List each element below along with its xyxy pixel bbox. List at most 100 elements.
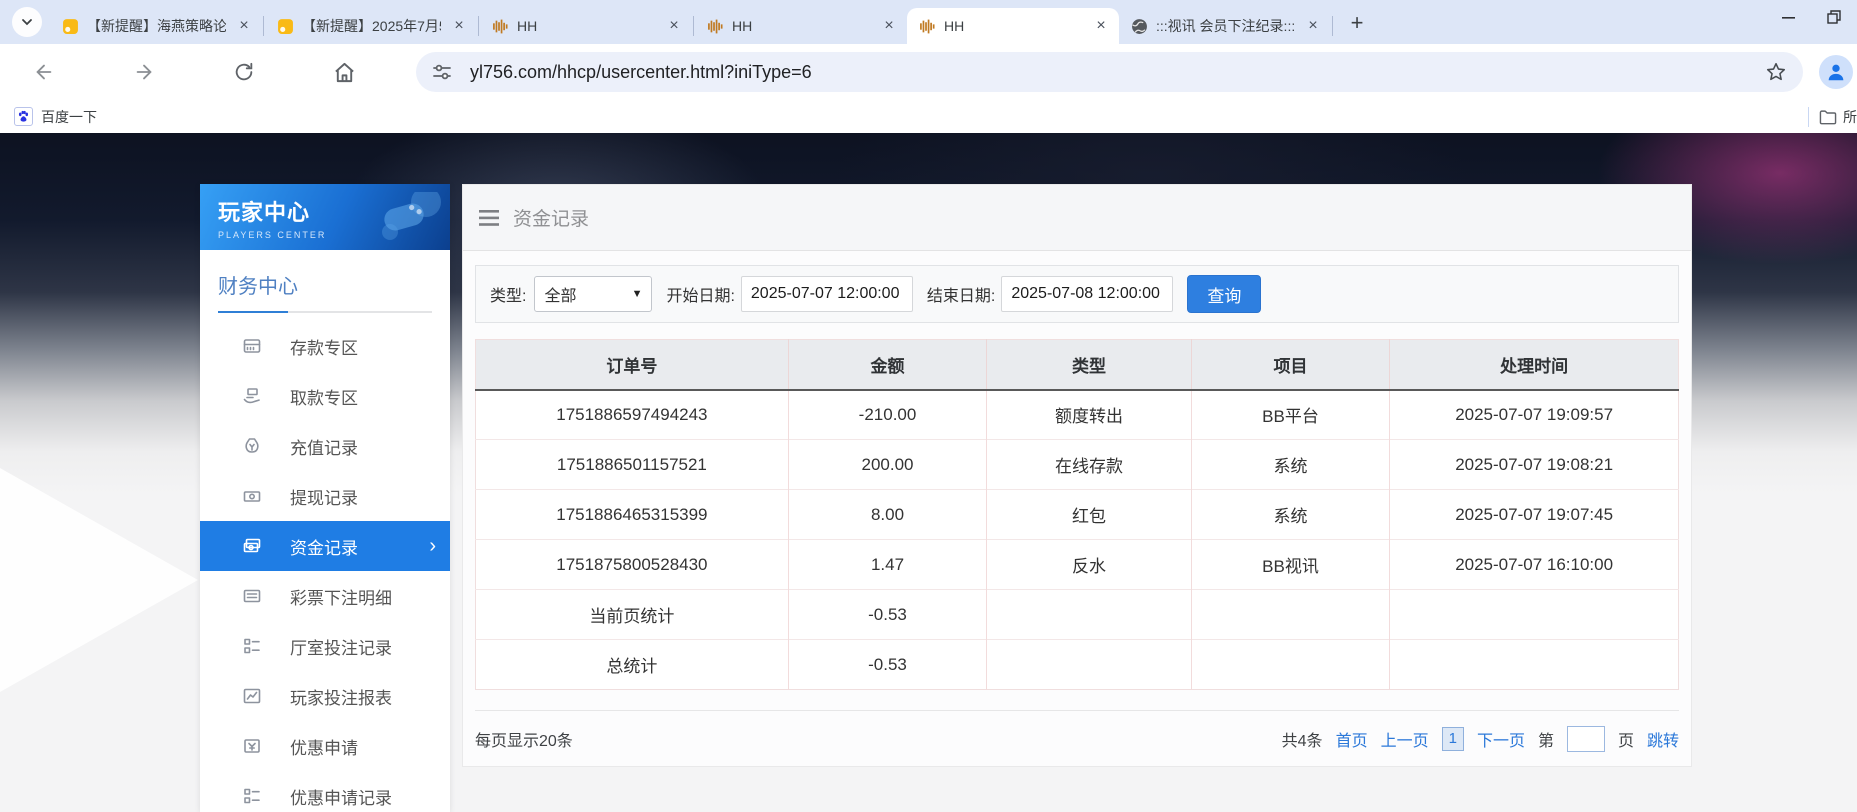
funds-table: 订单号金额类型项目处理时间 1751886597494243-210.00额度转… <box>475 339 1679 690</box>
table-cell: 2025-07-07 19:07:45 <box>1390 490 1679 540</box>
tab-search-button[interactable] <box>12 7 42 37</box>
sidebar-item-7[interactable]: 厅室投注记录 <box>200 621 450 671</box>
sidebar-item-8[interactable]: 玩家投注报表 <box>200 671 450 721</box>
url-text[interactable]: yl756.com/hhcp/usercenter.html?iniType=6 <box>470 62 812 83</box>
sidebar-item-9[interactable]: 优惠申请 <box>200 721 450 771</box>
table-row: 1751886597494243-210.00额度转出BB平台2025-07-0… <box>476 390 1679 440</box>
page-title: 资金记录 <box>513 204 589 231</box>
bookmarks-right: 所 <box>1808 107 1857 127</box>
message-icon <box>62 18 79 35</box>
panel-header: 资金记录 <box>463 185 1691 251</box>
cashout-icon <box>242 486 262 506</box>
table-row: 1751886501157521200.00在线存款系统2025-07-07 1… <box>476 440 1679 490</box>
table-cell: 1.47 <box>788 540 986 590</box>
table-cell: -0.53 <box>788 590 986 640</box>
minimize-button[interactable] <box>1765 0 1811 34</box>
browser-tab[interactable]: 【新提醒】2025年7月5日× <box>265 8 477 44</box>
table-cell: 200.00 <box>788 440 986 490</box>
table-cell: 系统 <box>1191 440 1389 490</box>
tab-close-icon[interactable]: × <box>664 16 684 36</box>
jump-page-input[interactable] <box>1567 726 1605 752</box>
first-page-link[interactable]: 首页 <box>1336 727 1368 751</box>
table-row: 17518864653153998.00红包系统2025-07-07 19:07… <box>476 490 1679 540</box>
chevron-right-icon: › <box>429 536 436 556</box>
current-page-badge[interactable]: 1 <box>1442 727 1464 751</box>
home-button[interactable] <box>324 52 364 92</box>
restore-button[interactable] <box>1811 0 1857 34</box>
total-count-label: 共4条 <box>1282 727 1323 751</box>
tabs-container: 【新提醒】海燕策略论坛综×【新提醒】2025年7月5日×HH×HH×HH×:::… <box>50 0 1334 44</box>
tab-close-icon[interactable]: × <box>1091 16 1111 36</box>
tab-close-icon[interactable]: × <box>1303 16 1323 36</box>
bookmarks-bar: 百度一下 所 <box>0 100 1857 133</box>
type-label: 类型: <box>490 282 526 306</box>
column-header: 订单号 <box>476 340 789 390</box>
back-button[interactable] <box>24 52 64 92</box>
bookmarks-divider <box>1808 107 1809 127</box>
bookmark-baidu[interactable]: 百度一下 <box>14 107 97 127</box>
browser-tab[interactable]: HH× <box>695 8 907 44</box>
jump-link[interactable]: 跳转 <box>1647 727 1679 751</box>
filter-bar: 类型: 全部 ▼ 开始日期: 结束日期: 查询 <box>475 265 1679 323</box>
page-prefix-label: 第 <box>1538 727 1554 751</box>
tab-close-icon[interactable]: × <box>879 16 899 36</box>
browser-tab[interactable]: :::视讯 会员下注纪录:::× <box>1119 8 1331 44</box>
browser-toolbar: yl756.com/hhcp/usercenter.html?iniType=6 <box>0 44 1857 100</box>
browser-tab[interactable]: 【新提醒】海燕策略论坛综× <box>50 8 262 44</box>
pagination-bar: 每页显示20条 共4条 首页 上一页 1 下一页 第 页 跳转 <box>475 710 1679 766</box>
new-tab-button[interactable]: + <box>1342 8 1372 38</box>
profile-avatar[interactable] <box>1819 55 1853 89</box>
table-cell: 当前页统计 <box>476 590 789 640</box>
forward-button[interactable] <box>124 52 164 92</box>
baidu-paw-icon <box>14 107 33 126</box>
table-cell: 1751886597494243 <box>476 390 789 440</box>
table-cell: 2025-07-07 19:08:21 <box>1390 440 1679 490</box>
table-cell <box>987 640 1192 690</box>
table-cell: 额度转出 <box>987 390 1192 440</box>
reload-button[interactable] <box>224 52 264 92</box>
sidebar-item-2[interactable]: 取款专区 <box>200 371 450 421</box>
column-header: 类型 <box>987 340 1192 390</box>
sidebar-item-label: 存款专区 <box>290 334 358 359</box>
start-date-input[interactable] <box>741 276 913 312</box>
sidebar-menu: 存款专区取款专区充值记录提现记录资金记录› 彩票下注明细厅室投注记录玩家投注报表优… <box>200 321 450 812</box>
next-page-link[interactable]: 下一页 <box>1477 727 1525 751</box>
table-cell: 1751886501157521 <box>476 440 789 490</box>
tab-close-icon[interactable]: × <box>449 16 469 36</box>
promo-icon <box>242 736 262 756</box>
sidebar-item-label: 彩票下注明细 <box>290 584 392 609</box>
sidebar-item-4[interactable]: 提现记录 <box>200 471 450 521</box>
bookmark-star-icon[interactable] <box>1765 61 1787 83</box>
sidebar-item-label: 玩家投注报表 <box>290 684 392 709</box>
table-cell <box>1390 640 1679 690</box>
player-center-sidebar: 玩家中心 PLAYERS CENTER 财务中心 存款专区取款专区充值记录提现记… <box>200 184 450 812</box>
sidebar-item-10[interactable]: 优惠申请记录 <box>200 771 450 812</box>
promo-record-icon <box>242 786 262 806</box>
table-cell: 反水 <box>987 540 1192 590</box>
all-bookmarks-folder[interactable]: 所 <box>1819 107 1857 127</box>
sidebar-item-1[interactable]: 存款专区 <box>200 321 450 371</box>
waveform-icon <box>492 18 509 35</box>
browser-tab[interactable]: HH× <box>480 8 692 44</box>
tab-close-icon[interactable]: × <box>234 16 254 36</box>
search-button[interactable]: 查询 <box>1187 275 1261 313</box>
hamburger-icon[interactable] <box>479 210 499 226</box>
sidebar-item-5[interactable]: 资金记录› <box>200 521 450 571</box>
table-cell: 总统计 <box>476 640 789 690</box>
prev-page-link[interactable]: 上一页 <box>1381 727 1429 751</box>
per-page-label: 每页显示20条 <box>475 727 573 751</box>
site-settings-icon[interactable] <box>432 62 452 82</box>
sidebar-item-label: 充值记录 <box>290 434 358 459</box>
type-select[interactable]: 全部 ▼ <box>534 276 652 312</box>
end-date-input[interactable] <box>1001 276 1173 312</box>
sidebar-item-6[interactable]: 彩票下注明细 <box>200 571 450 621</box>
table-cell: BB视讯 <box>1191 540 1389 590</box>
table-cell <box>1191 640 1389 690</box>
browser-tab[interactable]: HH× <box>907 8 1119 44</box>
waveform-icon <box>707 18 724 35</box>
table-cell: 2025-07-07 16:10:00 <box>1390 540 1679 590</box>
table-cell <box>1390 590 1679 640</box>
column-header: 金额 <box>788 340 986 390</box>
sidebar-item-3[interactable]: 充值记录 <box>200 421 450 471</box>
omnibox[interactable]: yl756.com/hhcp/usercenter.html?iniType=6 <box>416 52 1803 92</box>
